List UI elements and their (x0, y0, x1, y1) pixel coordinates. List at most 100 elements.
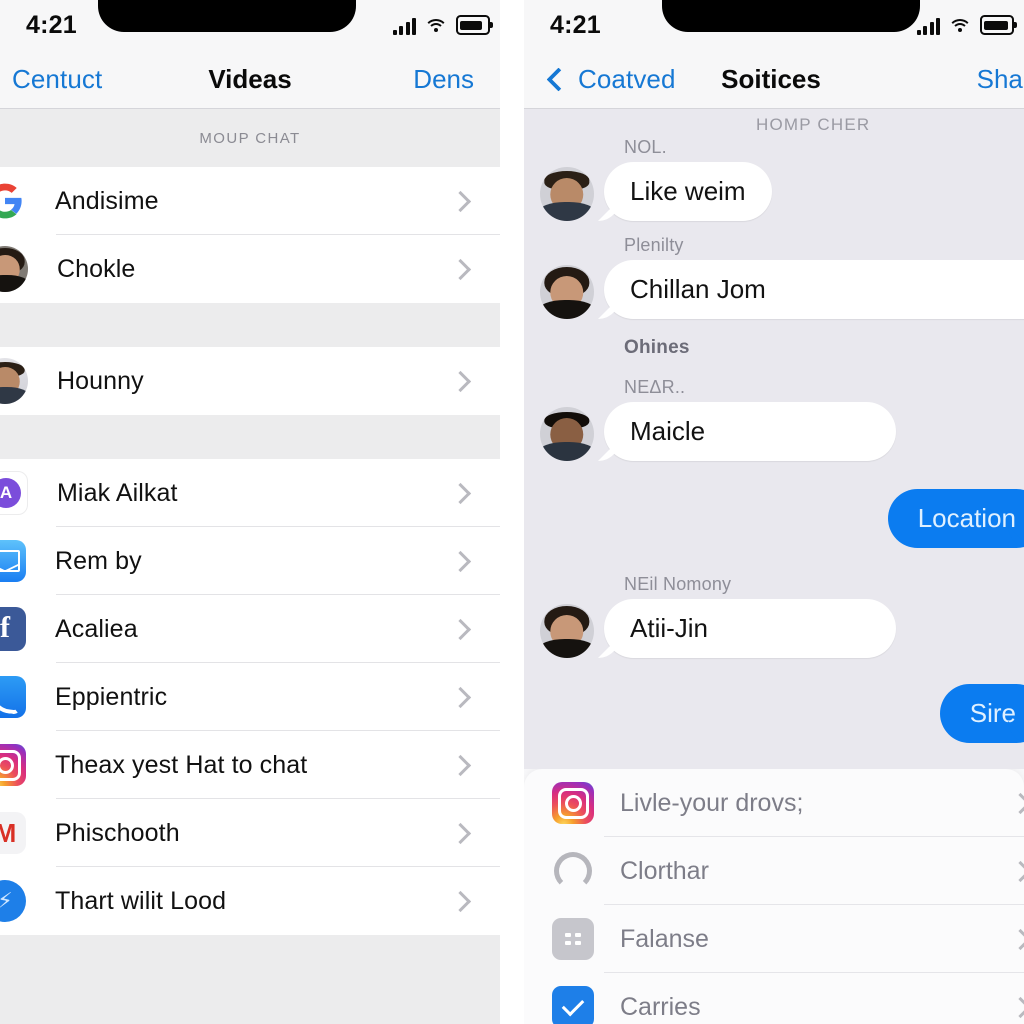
share-sheet-row[interactable]: Livle-your drovs; (524, 769, 1024, 837)
chevron-right-icon (449, 754, 472, 776)
back-button[interactable]: Centuct (0, 64, 102, 95)
left-status-bar: 4:21 (0, 0, 500, 50)
list-item[interactable]: Andisime (0, 167, 500, 235)
chevron-right-icon (449, 482, 472, 504)
share-sheet[interactable]: Livle-your drovs; Clorthar Falanse Carri… (524, 769, 1024, 1024)
message-sender: NEil Nomony (624, 574, 732, 594)
list-item[interactable]: Rem by (0, 527, 500, 595)
section-label: Ohines (624, 337, 690, 358)
message-row-outgoing[interactable]: Location (524, 489, 1024, 548)
list-item[interactable]: Theax yest Hat to chat (0, 731, 500, 799)
mail-icon (0, 540, 26, 582)
list-item-label: Thart wilit Lood (55, 886, 227, 915)
chevron-right-icon (449, 618, 472, 640)
back-button-label: Coatved (578, 63, 676, 94)
cellular-bars-icon (392, 17, 416, 35)
list-item[interactable]: M Phischooth (0, 799, 500, 867)
message-bubble[interactable]: Atii-Jin (604, 599, 896, 658)
message-row-outgoing[interactable]: Sire (524, 684, 1024, 743)
share-sheet-row[interactable]: Carries (524, 973, 1024, 1024)
battery-icon (980, 15, 1017, 35)
chevron-right-icon (1009, 792, 1024, 814)
share-sheet-row[interactable]: Falanse (524, 905, 1024, 973)
message-bubble-outgoing[interactable]: Location (887, 489, 1024, 548)
message-row[interactable]: Atii-Jin (540, 599, 1024, 658)
right-nav-bar: Coatved Soitices Share (524, 50, 1024, 109)
chevron-right-icon (449, 190, 472, 212)
ghost-circle-icon (552, 850, 594, 892)
chevron-right-icon (1009, 860, 1024, 882)
bolt-icon: ⚡ (0, 880, 26, 922)
message-group: Plenilty Chillan Jom (524, 235, 1024, 319)
list-item[interactable]: Hounny (0, 347, 500, 415)
left-phone-screen: 4:21 Centuct Videas Dens MOUP CHAT Andis… (0, 0, 500, 1024)
avatar (540, 407, 594, 461)
checkbox-checked-icon[interactable] (552, 986, 594, 1024)
chevron-left-icon (546, 66, 571, 92)
share-button[interactable]: Share (977, 64, 1024, 95)
chevron-right-icon (449, 370, 472, 392)
dynamic-island (98, 0, 356, 32)
group-header-label: MOUP CHAT (0, 109, 500, 167)
nav-action-button[interactable]: Dens (413, 64, 474, 95)
chevron-right-icon (1009, 928, 1024, 950)
asana-icon: A (0, 471, 28, 515)
share-sheet-row[interactable]: Clorthar (524, 837, 1024, 905)
message-row[interactable]: Like weim (540, 162, 1024, 221)
message-sender: Plenilty (624, 235, 684, 255)
right-status-bar: 4:21 (524, 0, 1024, 50)
list-item[interactable]: ⚡ Thart wilit Lood (0, 867, 500, 935)
list-item-label: Miak Ailkat (57, 478, 178, 507)
message-group: NEil Nomony Atii-Jin (524, 574, 1024, 658)
message-bubble-outgoing[interactable]: Sire (939, 684, 1024, 743)
list-item-label: Phischooth (55, 818, 180, 847)
share-sheet-label: Carries (620, 992, 701, 1021)
chevron-right-icon (449, 822, 472, 844)
list-item-label: Rem by (55, 546, 142, 575)
message-group: NEΔR.. Maicle (524, 377, 1024, 461)
chevron-right-icon (449, 550, 472, 572)
list-item[interactable]: A Miak Ailkat (0, 459, 500, 527)
battery-icon (456, 15, 493, 35)
message-sender: NOL. (624, 137, 667, 157)
chevron-left-icon (0, 66, 5, 92)
chevron-right-icon (449, 258, 472, 280)
phone-icon (0, 676, 26, 718)
list-item[interactable]: f Acaliea (0, 595, 500, 663)
message-bubble[interactable]: Maicle (604, 402, 896, 461)
instagram-icon (552, 782, 594, 824)
list-item-label: Eppientric (55, 682, 168, 711)
message-bubble[interactable]: Like weim (604, 162, 772, 221)
right-phone-screen: 4:21 Coatved Soitices Share HOMP CHER NO… (524, 0, 1024, 1024)
back-button[interactable]: Coatved (546, 63, 676, 95)
list-item-label: Chokle (57, 254, 136, 283)
contacts-list[interactable]: MOUP CHAT Andisime Chokle Hounny A Miak … (0, 109, 500, 1024)
list-group: Hounny (0, 347, 500, 415)
back-button-label: Centuct (12, 63, 103, 94)
instagram-icon (0, 744, 26, 786)
message-group: NOL. Like weim (524, 137, 1024, 221)
message-sender: NEΔR.. (624, 377, 686, 397)
avatar (0, 246, 28, 292)
avatar (0, 358, 28, 404)
list-item[interactable]: Eppientric (0, 663, 500, 731)
message-row[interactable]: Maicle (540, 402, 1024, 461)
group-spacer (0, 415, 500, 459)
grid-grey-icon (552, 918, 594, 960)
avatar (540, 167, 594, 221)
list-item[interactable]: Chokle (0, 235, 500, 303)
left-nav-bar: Centuct Videas Dens (0, 50, 500, 109)
message-bubble[interactable]: Chillan Jom (604, 260, 1024, 319)
chat-header-label: HOMP CHER (756, 115, 871, 134)
list-item-label: Acaliea (55, 614, 138, 643)
wifi-icon (424, 18, 448, 35)
wifi-icon (948, 18, 972, 35)
avatar (540, 265, 594, 319)
message-row[interactable]: Chillan Jom (540, 260, 1024, 319)
list-item-label: Andisime (55, 186, 159, 215)
list-group: A Miak Ailkat Rem by f Acaliea Eppientri… (0, 459, 500, 935)
dynamic-island (662, 0, 920, 32)
list-item-label: Theax yest Hat to chat (55, 750, 308, 779)
chevron-right-icon (449, 686, 472, 708)
chat-thread[interactable]: HOMP CHER NOL. Like weim Plenilty Chilla… (524, 109, 1024, 769)
